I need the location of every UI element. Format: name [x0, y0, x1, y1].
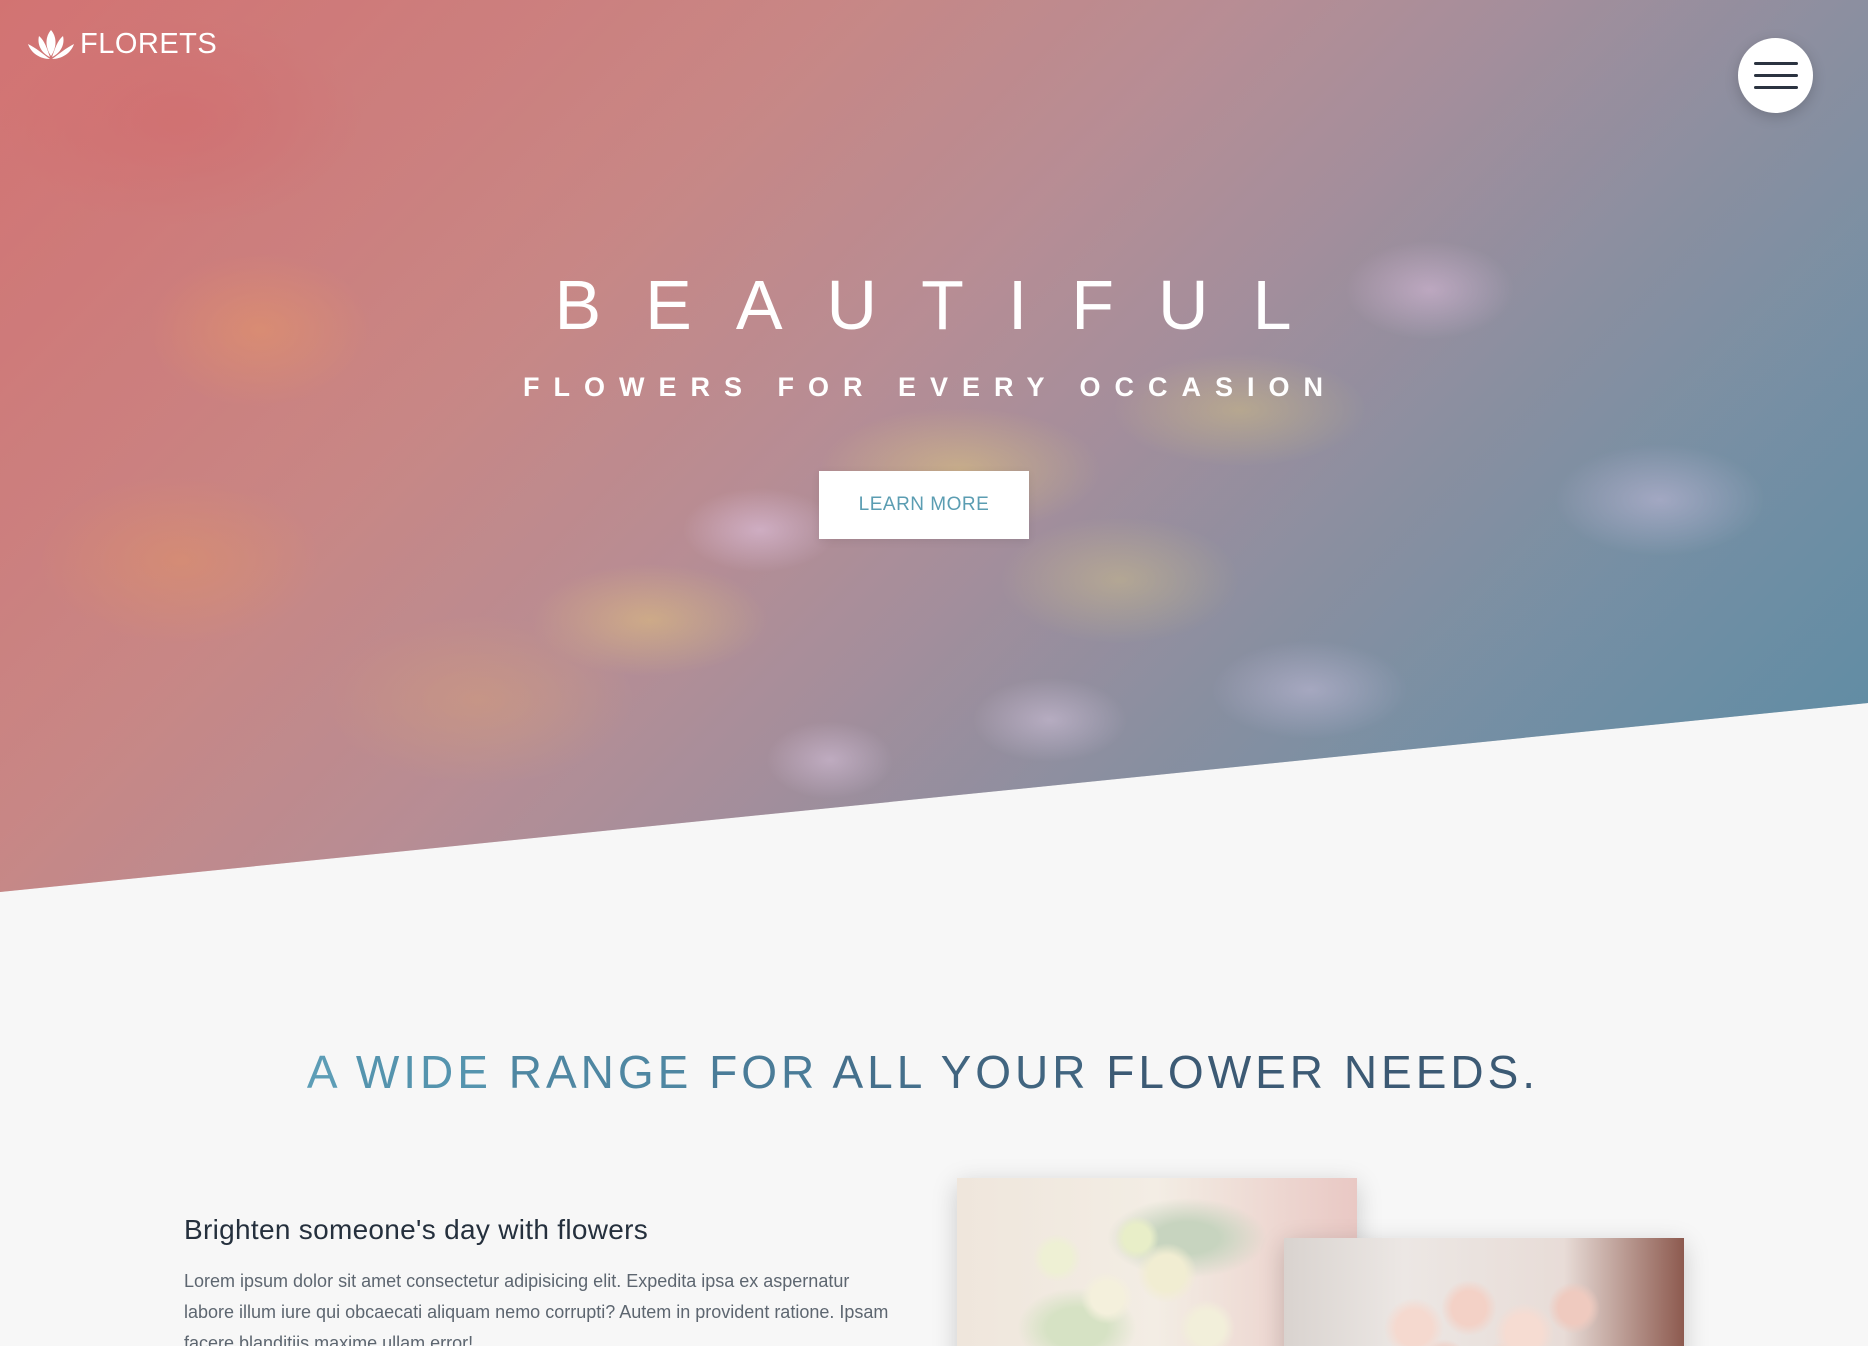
section-heading: A WIDE RANGE FOR ALL YOUR FLOWER NEEDS. — [0, 1044, 1846, 1100]
hero-subtitle: FLOWERS FOR EVERY OCCASION — [522, 372, 1338, 402]
menu-button[interactable] — [1738, 38, 1813, 113]
lotus-icon — [28, 30, 74, 59]
heading-word: WIDE — [355, 1046, 492, 1098]
page: FLORETS BEAUTIFUL FLOWERS FOR EVERY OCCA… — [0, 0, 1868, 1346]
hero-section — [0, 0, 1868, 892]
heading-word: ALL — [832, 1046, 925, 1098]
heading-word: A — [306, 1046, 340, 1098]
hamburger-menu-icon-bar — [1753, 74, 1798, 77]
heading-word: FOR — [709, 1046, 819, 1098]
bouquet-photo-roses — [1284, 1238, 1684, 1346]
heading-word: YOUR — [940, 1046, 1090, 1098]
heading-word: NEEDS. — [1343, 1046, 1540, 1098]
learn-more-button[interactable]: LEARN MORE — [819, 471, 1029, 539]
logo-text: FLORETS — [80, 27, 218, 60]
feature-description: Lorem ipsum dolor sit amet consectetur a… — [184, 1271, 889, 1346]
heading-word: RANGE — [508, 1046, 693, 1098]
feature-title: Brighten someone's day with flowers — [184, 1214, 649, 1245]
hero-title: BEAUTIFUL — [554, 266, 1336, 344]
heading-word: FLOWER — [1106, 1046, 1328, 1098]
hamburger-menu-icon — [1753, 62, 1798, 65]
hamburger-menu-icon-bar — [1753, 86, 1798, 89]
site-logo[interactable]: FLORETS — [26, 24, 217, 64]
hero-gradient-overlay — [0, 0, 1868, 892]
